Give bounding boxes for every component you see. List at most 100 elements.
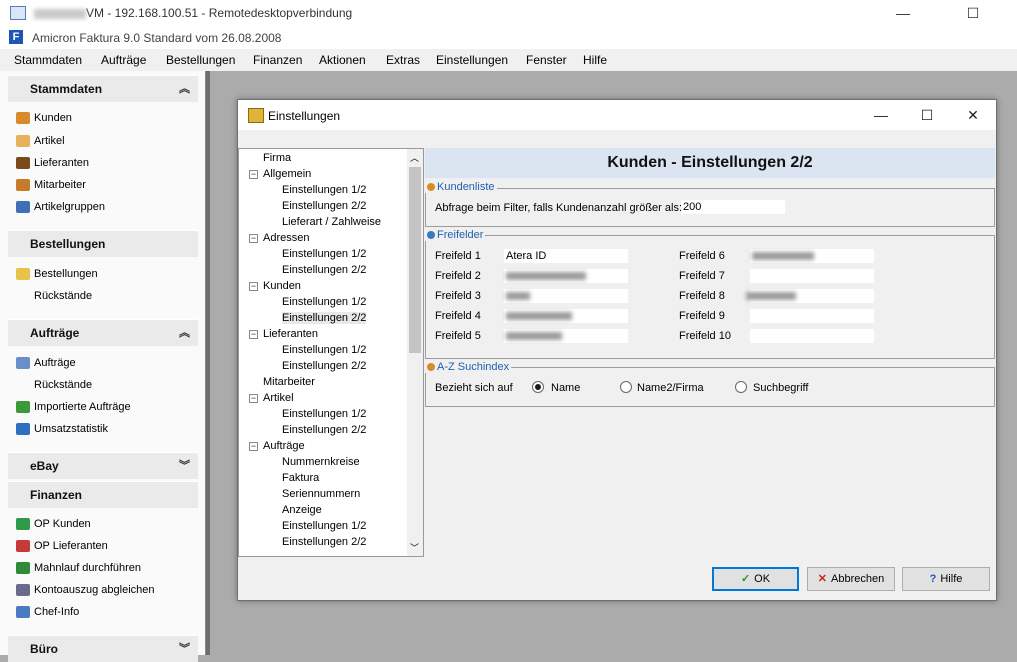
nav-mahnlauf[interactable]: Mahnlauf durchführen (16, 562, 141, 575)
tree-item[interactable]: Einstellungen 1/2 (282, 520, 366, 532)
tree-item[interactable]: Nummernkreise (282, 456, 360, 468)
tree-item[interactable]: Einstellungen 1/2 (282, 248, 366, 260)
scrollbar-thumb[interactable] (409, 167, 421, 353)
section-auftraege[interactable]: Aufträge ︽ (8, 319, 198, 346)
freifeld-4-input[interactable] (504, 309, 628, 323)
collapse-icon[interactable]: − (249, 282, 258, 291)
section-ebay[interactable]: eBay ︾ (8, 452, 198, 479)
nav-umsatzstatistik[interactable]: Umsatzstatistik (16, 423, 108, 436)
tree-lieferanten[interactable]: Lieferanten (263, 328, 318, 340)
section-bestellungen[interactable]: Bestellungen (8, 230, 198, 257)
nav-lieferanten[interactable]: Lieferanten (16, 157, 89, 170)
ok-button[interactable]: ✓ OK (712, 567, 799, 591)
tree-mitarbeiter[interactable]: Mitarbeiter (263, 376, 315, 388)
collapse-icon[interactable]: − (249, 394, 258, 403)
nav-mitarbeiter[interactable]: Mitarbeiter (16, 179, 86, 192)
menu-finanzen[interactable]: Finanzen (253, 53, 302, 67)
expand-icon[interactable]: ︾ (179, 640, 190, 656)
nav-kontoauszug[interactable]: Kontoauszug abgleichen (16, 584, 154, 597)
page-header: Kunden - Einstellungen 2/2 (425, 148, 995, 178)
tree-item[interactable]: Lieferart / Zahlweise (282, 216, 381, 228)
tree-item[interactable]: Einstellungen 2/2 (282, 360, 366, 372)
tree-item[interactable]: Einstellungen 1/2 (282, 296, 366, 308)
tree-kunden[interactable]: Kunden (263, 280, 301, 292)
section-buero[interactable]: Büro ︾ (8, 635, 198, 662)
tree-auftraege[interactable]: Aufträge (263, 440, 305, 452)
nav-op-kunden[interactable]: OP Kunden (16, 518, 91, 531)
nav-bestellungen[interactable]: Bestellungen (16, 268, 98, 281)
scroll-up-icon[interactable]: ︿ (410, 151, 419, 164)
nav-kunden[interactable]: Kunden (16, 112, 72, 125)
collapse-icon[interactable]: − (249, 234, 258, 243)
tree-adressen[interactable]: Adressen (263, 232, 309, 244)
nav-artikel[interactable]: Artikel (16, 135, 65, 148)
freifeld-9-input[interactable] (750, 309, 874, 323)
collapse-icon[interactable]: − (249, 330, 258, 339)
tree-item[interactable]: Einstellungen 1/2 (282, 344, 366, 356)
nav-auftraege[interactable]: Aufträge (16, 357, 76, 370)
collapse-icon[interactable]: ︽ (179, 80, 190, 96)
tree-firma[interactable]: Firma (263, 152, 291, 164)
expand-icon[interactable]: ︾ (179, 457, 190, 473)
radio-name-label[interactable]: Name (551, 382, 580, 394)
menu-auftraege[interactable]: Aufträge (101, 53, 146, 67)
tree-artikel[interactable]: Artikel (263, 392, 294, 404)
section-stammdaten[interactable]: Stammdaten ︽ (8, 75, 198, 102)
freifeld-3-input[interactable] (504, 289, 628, 303)
tree-item[interactable]: Anzeige (282, 504, 322, 516)
nav-bestell-rueckstaende[interactable]: Rückstände (34, 290, 92, 302)
menu-fenster[interactable]: Fenster (526, 53, 567, 67)
radio-name2-firma-label[interactable]: Name2/Firma (637, 382, 704, 394)
freifeld-1-input[interactable]: Atera ID (504, 249, 628, 263)
nav-importierte-auftraege[interactable]: Importierte Aufträge (16, 401, 131, 414)
blurred-value (506, 312, 572, 320)
scroll-down-icon[interactable]: ﹀ (410, 541, 419, 554)
radio-suchbegriff-label[interactable]: Suchbegriff (753, 382, 808, 394)
freifeld-2-input[interactable] (504, 269, 628, 283)
radio-name[interactable] (532, 381, 544, 393)
radio-suchbegriff[interactable] (735, 381, 747, 393)
collapse-icon[interactable]: − (249, 170, 258, 179)
tree-allgemein[interactable]: Allgemein (263, 168, 311, 180)
menu-aktionen[interactable]: Aktionen (319, 53, 366, 67)
tree-item[interactable]: Einstellungen 1/2 (282, 184, 366, 196)
collapse-icon[interactable]: ︽ (179, 324, 190, 340)
tree-scrollbar[interactable]: ︿ ﹀ (407, 149, 423, 556)
menu-einstellungen[interactable]: Einstellungen (436, 53, 508, 67)
tree-item-selected[interactable]: Einstellungen 2/2 (282, 312, 367, 324)
tree-item[interactable]: Einstellungen 2/2 (282, 536, 366, 548)
menu-extras[interactable]: Extras (386, 53, 420, 67)
cancel-button[interactable]: ✕ Abbrechen (807, 567, 895, 591)
tree-item[interactable]: Einstellungen 2/2 (282, 200, 366, 212)
rdp-maximize-button[interactable]: ☐ (950, 0, 996, 27)
collapse-icon[interactable]: − (249, 442, 258, 451)
nav-chef-info[interactable]: Chef-Info (16, 606, 79, 619)
freifeld-7-input[interactable] (750, 269, 874, 283)
menu-bestellungen[interactable]: Bestellungen (166, 53, 235, 67)
filter-threshold-input[interactable]: 200 (681, 200, 785, 214)
panel-splitter[interactable] (206, 71, 210, 655)
tree-item[interactable]: Faktura (282, 472, 319, 484)
dialog-close-button[interactable]: ✕ (950, 100, 996, 130)
nav-op-lieferanten[interactable]: OP Lieferanten (16, 540, 108, 553)
menu-hilfe[interactable]: Hilfe (583, 53, 607, 67)
freifeld-5-input[interactable] (504, 329, 628, 343)
freifeld-10-input[interactable] (750, 329, 874, 343)
tree-item[interactable]: Einstellungen 1/2 (282, 408, 366, 420)
nav-auftrag-rueckstaende[interactable]: Rückstände (34, 379, 92, 391)
rdp-minimize-button[interactable]: — (880, 0, 926, 27)
help-button[interactable]: ? Hilfe (902, 567, 990, 591)
nav-artikelgruppen[interactable]: Artikelgruppen (16, 201, 105, 214)
tree-item[interactable]: Seriennummern (282, 488, 360, 500)
dialog-minimize-button[interactable]: — (858, 100, 904, 130)
radio-name2-firma[interactable] (620, 381, 632, 393)
dialog-maximize-button[interactable]: ☐ (904, 100, 950, 130)
section-finanzen[interactable]: Finanzen (8, 481, 198, 508)
freifeld-8-input[interactable] (746, 289, 874, 303)
menu-stammdaten[interactable]: Stammdaten (14, 53, 82, 67)
freifeld-6-input[interactable] (750, 249, 874, 263)
settings-tree: Firma − Allgemein Einstellungen 1/2 Eins… (238, 148, 424, 557)
blurred-value (752, 252, 814, 260)
tree-item[interactable]: Einstellungen 2/2 (282, 264, 366, 276)
tree-item[interactable]: Einstellungen 2/2 (282, 424, 366, 436)
